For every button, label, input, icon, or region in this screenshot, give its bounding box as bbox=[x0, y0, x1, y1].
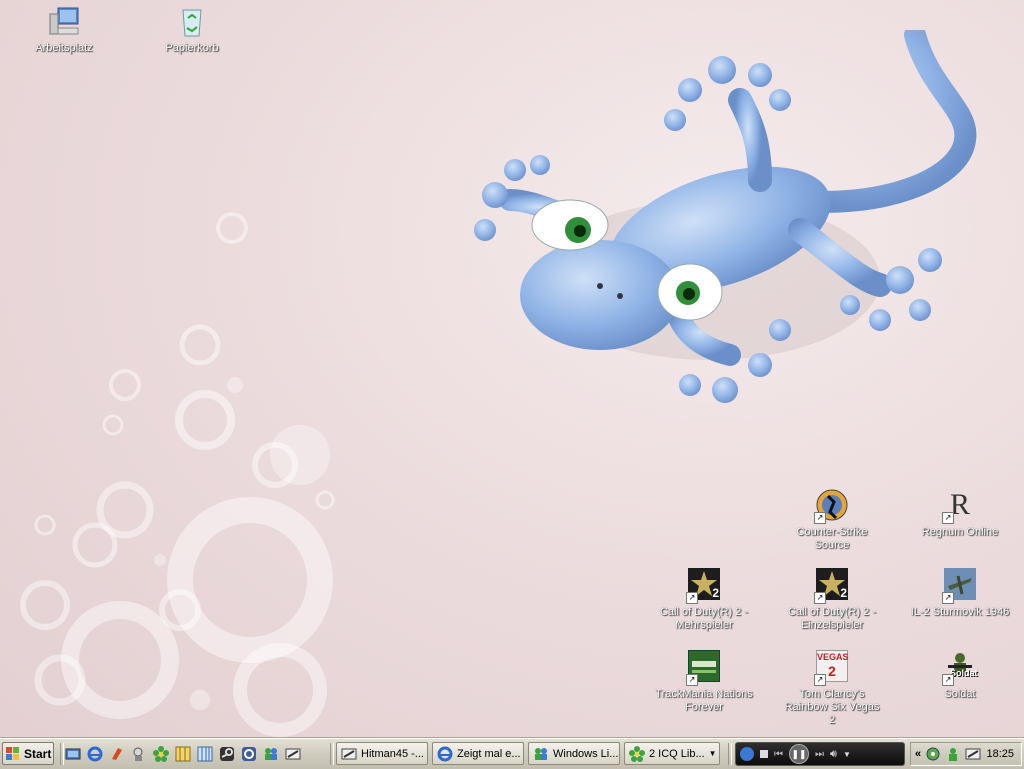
internet-explorer-icon[interactable] bbox=[86, 745, 104, 763]
desktop-icon-label: Call of Duty(R) 2 - Mehrspieler bbox=[659, 606, 749, 631]
taskbar-separator bbox=[330, 743, 334, 765]
taskbar-button-windows-live[interactable]: Windows Li... bbox=[528, 742, 620, 765]
counter-strike-icon: ↗ bbox=[814, 488, 850, 524]
tray-expand-chevron[interactable]: « bbox=[915, 748, 921, 760]
icq-icon bbox=[629, 745, 645, 762]
task-label: 2 ICQ Lib... bbox=[649, 747, 705, 760]
next-icon[interactable]: ⏭ bbox=[815, 749, 824, 760]
start-label: Start bbox=[24, 746, 52, 761]
internet-explorer-icon bbox=[437, 746, 453, 761]
cod-badge: 2 bbox=[712, 586, 719, 600]
desktop-icon-label: Call of Duty(R) 2 - Einzelspieler bbox=[787, 606, 877, 631]
desktop-icon-label: Papierkorb bbox=[165, 42, 219, 54]
messenger-icon bbox=[535, 747, 547, 760]
taskbar-separator bbox=[728, 743, 732, 765]
grid-app-icon[interactable] bbox=[174, 745, 192, 763]
shortcut-arrow-icon: ↗ bbox=[942, 512, 954, 524]
desktop-icon-il2-sturmovik[interactable]: ↗ IL-2 Sturmovik 1946 bbox=[908, 568, 1012, 619]
call-of-duty-icon: 2 ↗ bbox=[686, 568, 722, 604]
display-tray-icon[interactable] bbox=[965, 746, 981, 762]
taskbar-button-zeigt-mal[interactable]: Zeigt mal e... bbox=[432, 742, 524, 765]
desktop-icon-label: Soldat bbox=[944, 688, 976, 700]
show-desktop-icon[interactable] bbox=[64, 745, 82, 763]
user-search-icon[interactable] bbox=[130, 745, 148, 763]
vegas-text: VEGAS bbox=[817, 652, 849, 662]
task-label: Zeigt mal e... bbox=[457, 747, 521, 760]
quick-launch bbox=[64, 744, 302, 764]
desktop-icon-call-of-duty-einzelspieler[interactable]: 2 ↗ Call of Duty(R) 2 - Einzelspieler bbox=[780, 568, 884, 632]
steam-icon[interactable] bbox=[218, 745, 236, 763]
gecko-wallpaper-illustration bbox=[474, 30, 977, 403]
cod-badge: 2 bbox=[840, 586, 847, 600]
call-of-duty-icon: 2 ↗ bbox=[814, 568, 850, 604]
teamspeak-icon[interactable] bbox=[240, 745, 258, 763]
windows-logo-icon bbox=[6, 746, 19, 760]
previous-icon[interactable]: ⏮ bbox=[774, 749, 783, 760]
shortcut-arrow-icon: ↗ bbox=[942, 592, 954, 604]
desktop-icon-papierkorb[interactable]: Papierkorb bbox=[140, 4, 244, 55]
system-tray: « 18:25 bbox=[910, 742, 1022, 766]
desktop-icon-soldat[interactable]: Soldat ↗ Soldat bbox=[908, 650, 1012, 701]
shortcut-arrow-icon: ↗ bbox=[942, 674, 954, 686]
volume-icon[interactable]: 🔊︎ bbox=[830, 748, 837, 761]
desktop-icon-counter-strike-source[interactable]: ↗ Counter-Strike Source bbox=[780, 488, 884, 552]
shortcut-arrow-icon: ↗ bbox=[686, 592, 698, 604]
desktop-icon-arbeitsplatz[interactable]: Arbeitsplatz bbox=[12, 4, 116, 55]
desktop-icon-label: TrackMania Nations Forever bbox=[655, 688, 753, 713]
vegas-icon: VEGAS 2 ↗ bbox=[814, 650, 850, 686]
shortcut-arrow-icon: ↗ bbox=[814, 592, 826, 604]
desktop-icon-label: IL-2 Sturmovik 1946 bbox=[910, 606, 1010, 618]
icq-flower-icon[interactable] bbox=[152, 745, 170, 763]
columns-app-icon[interactable] bbox=[196, 745, 214, 763]
desktop-icon-rainbow-six-vegas-2[interactable]: VEGAS 2 ↗ Tom Clancy's Rainbow Six Vegas… bbox=[780, 650, 884, 727]
messenger-status-tray-icon[interactable] bbox=[945, 746, 961, 762]
desktop-icon-call-of-duty-mehrspieler[interactable]: 2 ↗ Call of Duty(R) 2 - Mehrspieler bbox=[652, 568, 756, 632]
il2-icon: ↗ bbox=[942, 568, 978, 604]
shortcut-arrow-icon: ↗ bbox=[814, 674, 826, 686]
screen-app-icon[interactable] bbox=[284, 745, 302, 763]
desktop-icon-label: Tom Clancy's Rainbow Six Vegas 2 bbox=[784, 688, 880, 726]
taskbar-button-icq-group[interactable]: 2 ICQ Lib... ▼ bbox=[624, 742, 720, 765]
group-dropdown-icon: ▼ bbox=[708, 749, 717, 758]
desktop-icon-regnum-online[interactable]: R ↗ Regnum Online bbox=[908, 488, 1012, 539]
stop-icon[interactable] bbox=[760, 750, 768, 758]
taskbar: Start Hitman45 -... Zeigt mal e... Windo… bbox=[0, 738, 1024, 769]
start-button[interactable]: Start bbox=[2, 742, 54, 765]
soldat-text: Soldat bbox=[950, 668, 978, 678]
network-tray-icon[interactable] bbox=[925, 746, 941, 762]
regnum-icon: R ↗ bbox=[942, 488, 978, 524]
recycle-bin-icon bbox=[174, 4, 210, 40]
computer-icon bbox=[46, 4, 82, 40]
taskbar-button-hitman45[interactable]: Hitman45 -... bbox=[336, 742, 428, 765]
soldat-icon: Soldat ↗ bbox=[942, 650, 978, 686]
media-open-icon[interactable] bbox=[740, 747, 754, 761]
shortcut-arrow-icon: ↗ bbox=[686, 674, 698, 686]
desktop-icon-label: Counter-Strike Source bbox=[796, 526, 868, 551]
task-label: Hitman45 -... bbox=[361, 747, 424, 760]
desktop-icon-label: Arbeitsplatz bbox=[35, 42, 93, 54]
task-label: Windows Li... bbox=[553, 747, 619, 760]
messenger-buddies-icon[interactable] bbox=[262, 745, 280, 763]
window-icon bbox=[341, 748, 357, 759]
desktop-icon-label: Regnum Online bbox=[921, 526, 999, 538]
media-player-toolbar: ⏮ ❚❚ ⏭ 🔊︎ ▼ bbox=[735, 742, 905, 766]
clock[interactable]: 18:25 bbox=[986, 748, 1017, 760]
desktop: Arbeitsplatz Papierkorb ↗ Counter-Strike… bbox=[0, 0, 1024, 738]
media-menu-icon[interactable]: ▼ bbox=[843, 750, 851, 759]
winamp-icon[interactable] bbox=[108, 745, 126, 763]
shortcut-arrow-icon: ↗ bbox=[814, 512, 826, 524]
trackmania-icon: ↗ bbox=[686, 650, 722, 686]
desktop-icon-trackmania-nations[interactable]: ↗ TrackMania Nations Forever bbox=[652, 650, 756, 714]
pause-icon[interactable]: ❚❚ bbox=[789, 744, 809, 764]
